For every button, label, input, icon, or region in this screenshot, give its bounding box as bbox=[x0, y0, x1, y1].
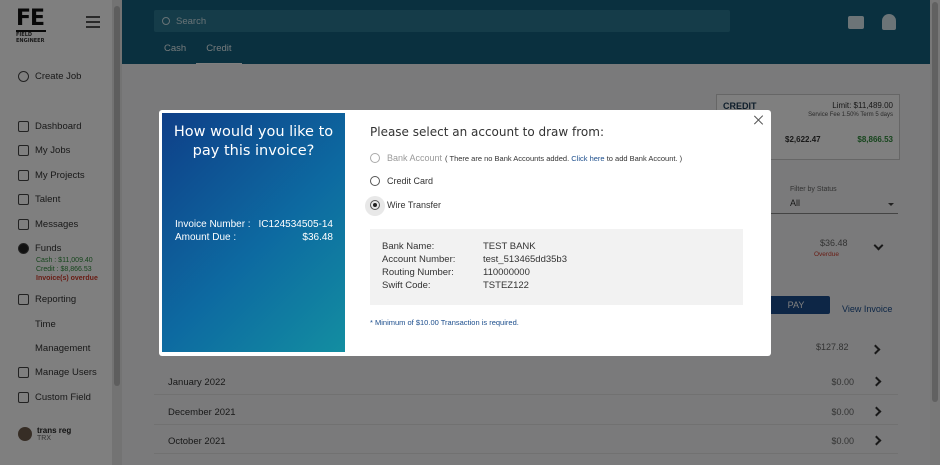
option-bank-account[interactable]: Bank Account ( There are no Bank Account… bbox=[370, 153, 682, 163]
add-bank-account-link[interactable]: Click here bbox=[571, 154, 604, 163]
detail-key: Swift Code: bbox=[382, 280, 431, 291]
credit-card-label: Credit Card bbox=[387, 176, 434, 186]
detail-key: Account Number: bbox=[382, 254, 456, 265]
option-credit-card[interactable]: Credit Card bbox=[370, 176, 433, 186]
bank-note-suffix: to add Bank Account. ) bbox=[606, 153, 683, 163]
bank-account-note: ( There are no Bank Accounts added. Clic… bbox=[445, 154, 682, 163]
invoice-number-value: IC124534505-14 bbox=[258, 219, 333, 230]
amount-due-value: $36.48 bbox=[302, 232, 333, 243]
invoice-summary-panel: How would you like to pay this invoice? … bbox=[162, 113, 345, 352]
minimum-transaction-note: * Minimum of $10.00 Transaction is requi… bbox=[370, 318, 519, 327]
detail-value: test_513465dd35b3 bbox=[483, 254, 567, 265]
bank-account-radio[interactable] bbox=[370, 153, 380, 163]
wire-detail-row: Routing Number: 110000000 bbox=[382, 267, 530, 278]
amount-due-label: Amount Due : bbox=[175, 232, 237, 243]
wire-detail-row: Swift Code: TSTEZ122 bbox=[382, 280, 529, 291]
detail-key: Routing Number: bbox=[382, 267, 454, 278]
detail-value: 110000000 bbox=[483, 267, 530, 278]
detail-value: TEST BANK bbox=[483, 241, 536, 252]
amount-due-row: Amount Due : $36.48 bbox=[175, 232, 333, 243]
bank-note-prefix: ( There are no Bank Accounts added. bbox=[445, 153, 570, 163]
wire-details-box: Bank Name: TEST BANK Account Number: tes… bbox=[370, 229, 743, 305]
wire-detail-row: Bank Name: TEST BANK bbox=[382, 241, 536, 252]
credit-card-radio[interactable] bbox=[370, 176, 380, 186]
detail-value: TSTEZ122 bbox=[483, 280, 529, 291]
close-icon[interactable] bbox=[753, 114, 765, 126]
invoice-number-row: Invoice Number : IC124534505-14 bbox=[175, 219, 333, 230]
wire-transfer-radio[interactable] bbox=[370, 200, 380, 210]
payment-modal: How would you like to pay this invoice? … bbox=[159, 110, 771, 356]
modal-question: How would you like to pay this invoice? bbox=[173, 124, 334, 159]
bank-account-label: Bank Account bbox=[387, 153, 443, 163]
wire-transfer-label: Wire Transfer bbox=[387, 200, 442, 210]
option-wire-transfer[interactable]: Wire Transfer bbox=[370, 200, 441, 210]
wire-detail-row: Account Number: test_513465dd35b3 bbox=[382, 254, 567, 265]
detail-key: Bank Name: bbox=[382, 241, 435, 252]
invoice-number-label: Invoice Number : bbox=[175, 219, 251, 230]
account-prompt: Please select an account to draw from: bbox=[370, 125, 604, 139]
